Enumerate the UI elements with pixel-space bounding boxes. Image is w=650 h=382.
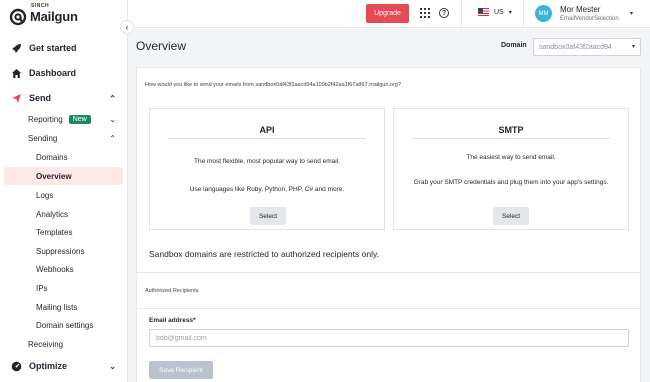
sidebar-item-domain-settings[interactable]: Domain settings bbox=[0, 316, 128, 334]
chevron-down-icon[interactable]: ▾ bbox=[630, 10, 633, 17]
send-method-question: How would you like to send your emails f… bbox=[145, 82, 401, 88]
page-title: Overview bbox=[136, 39, 187, 53]
domain-select-value: sandbox0af43f2aacd94 bbox=[539, 43, 612, 51]
authorized-recipients-title: Authorized Recipients bbox=[145, 288, 199, 294]
gauge-icon bbox=[11, 361, 22, 372]
sidebar-item-label: Webhooks bbox=[36, 264, 74, 274]
sidebar-item-label: IPs bbox=[36, 283, 48, 293]
mailgun-logo[interactable]: SINCH Mailgun bbox=[9, 3, 78, 28]
sidebar-item-label: Templates bbox=[36, 227, 73, 237]
domain-select[interactable]: sandbox0af43f2aacd94 ▾ bbox=[533, 38, 641, 56]
sidebar-item-send[interactable]: Send ⌃ bbox=[0, 87, 128, 109]
sidebar-item-overview[interactable]: Overview bbox=[4, 167, 123, 185]
sidebar-item-mailing-lists[interactable]: Mailing lists bbox=[0, 298, 128, 316]
sidebar-item-label: Mailing lists bbox=[36, 302, 78, 312]
sidebar-item-optimize[interactable]: Optimize ⌄ bbox=[0, 355, 128, 377]
apps-grid-icon[interactable] bbox=[420, 8, 430, 18]
sidebar: SINCH Mailgun Get started Dashboard Send… bbox=[0, 0, 128, 382]
sidebar-item-webhooks[interactable]: Webhooks bbox=[0, 260, 128, 278]
chevron-up-icon: ⌃ bbox=[109, 93, 116, 103]
sidebar-item-domains[interactable]: Domains bbox=[0, 148, 128, 166]
user-org: EmailVendorSelection bbox=[560, 16, 619, 22]
chevron-down-icon: ▾ bbox=[508, 9, 512, 16]
home-icon bbox=[11, 68, 22, 79]
email-label: Email address* bbox=[149, 317, 196, 324]
sidebar-item-dashboard[interactable]: Dashboard bbox=[0, 62, 128, 84]
chevron-down-icon: ⌄ bbox=[109, 361, 116, 371]
sidebar-item-label: Dashboard bbox=[29, 68, 77, 78]
region-label: US bbox=[494, 8, 504, 16]
sidebar-item-label: Sending bbox=[28, 133, 58, 143]
smtp-panel: SMTP The easiest way to send email. Grab… bbox=[393, 108, 629, 230]
chevron-down-icon: ⌄ bbox=[109, 114, 116, 124]
overview-card: How would you like to send your emails f… bbox=[136, 67, 641, 382]
sidebar-item-ips[interactable]: IPs bbox=[0, 279, 128, 297]
sidebar-item-label: Optimize bbox=[29, 361, 68, 371]
sidebar-item-get-started[interactable]: Get started bbox=[0, 37, 128, 59]
chevron-left-icon: ‹ bbox=[125, 22, 129, 32]
domain-label: Domain bbox=[501, 42, 527, 49]
sidebar-item-analytics[interactable]: Analytics bbox=[0, 205, 128, 223]
divider bbox=[168, 138, 366, 139]
mailgun-at-icon bbox=[9, 8, 27, 26]
sidebar-item-suppressions[interactable]: Suppressions bbox=[0, 242, 128, 260]
sidebar-item-receiving[interactable]: Receiving bbox=[0, 335, 128, 353]
help-icon[interactable]: ? bbox=[439, 8, 449, 18]
sidebar-item-label: Receiving bbox=[28, 339, 64, 349]
divider bbox=[412, 138, 610, 139]
logo-sinch-label: SINCH bbox=[31, 3, 50, 9]
sandbox-note: Sandbox domains are restricted to author… bbox=[149, 249, 379, 259]
smtp-select-button[interactable]: Select bbox=[493, 207, 529, 225]
sidebar-item-label: Reporting bbox=[28, 114, 63, 124]
api-panel: API The most flexible, most popular way … bbox=[149, 108, 385, 230]
logo-name: Mailgun bbox=[30, 9, 78, 24]
sidebar-item-label: Domain settings bbox=[36, 320, 94, 330]
smtp-description: The easiest way to send email. bbox=[466, 154, 556, 161]
sidebar-item-label: Send bbox=[29, 93, 52, 103]
chevron-up-icon: ⌃ bbox=[109, 133, 116, 143]
api-select-button[interactable]: Select bbox=[250, 207, 286, 225]
upgrade-button[interactable]: Upgrade bbox=[366, 4, 409, 23]
sidebar-item-label: Suppressions bbox=[36, 246, 85, 256]
smtp-title: SMTP bbox=[498, 125, 524, 135]
us-flag-icon bbox=[478, 8, 489, 16]
smtp-credentials-text: Grab your SMTP credentials and plug them… bbox=[413, 179, 609, 186]
sidebar-item-reporting[interactable]: Reporting New ⌄ bbox=[0, 110, 128, 128]
sidebar-item-templates[interactable]: Templates bbox=[0, 223, 128, 241]
sidebar-item-label: Overview bbox=[36, 171, 72, 181]
sidebar-item-label: Logs bbox=[36, 190, 54, 200]
collapse-sidebar-button[interactable]: ‹ bbox=[120, 20, 134, 34]
paper-plane-icon bbox=[11, 93, 22, 104]
sidebar-item-logs[interactable]: Logs bbox=[0, 186, 128, 204]
avatar[interactable]: MM bbox=[535, 5, 552, 22]
user-name[interactable]: Mor Mester bbox=[560, 5, 600, 14]
sidebar-item-label: Domains bbox=[36, 152, 68, 162]
top-bar: Upgrade ? US ▾ MM Mor Mester EmailVendor… bbox=[128, 0, 650, 28]
main-content: Overview Domain sandbox0af43f2aacd94 ▾ H… bbox=[128, 29, 650, 382]
divider bbox=[461, 0, 462, 28]
region-selector[interactable]: US ▾ bbox=[478, 8, 512, 16]
divider bbox=[523, 0, 524, 28]
api-description: The most flexible, most popular way to s… bbox=[194, 158, 340, 165]
api-title: API bbox=[259, 125, 275, 135]
email-field[interactable] bbox=[149, 329, 629, 347]
divider bbox=[137, 272, 640, 273]
sidebar-item-label: Analytics bbox=[36, 209, 69, 219]
save-recipient-button[interactable]: Save Recipient bbox=[149, 361, 213, 379]
chevron-down-icon: ▾ bbox=[629, 43, 635, 50]
sidebar-item-label: Get started bbox=[29, 43, 77, 53]
rocket-icon bbox=[11, 43, 22, 54]
sidebar-item-sending[interactable]: Sending ⌃ bbox=[0, 129, 128, 147]
api-languages: Use languages like Ruby, Python, PHP, C#… bbox=[189, 186, 345, 193]
divider bbox=[137, 308, 640, 309]
new-badge: New bbox=[68, 114, 91, 124]
